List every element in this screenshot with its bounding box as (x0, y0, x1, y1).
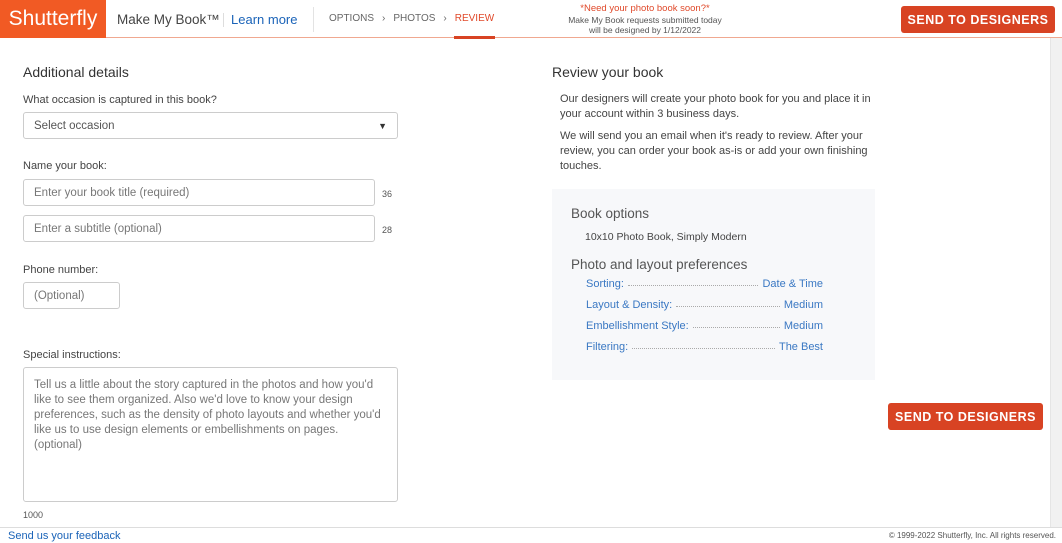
step-review[interactable]: REVIEW (453, 13, 496, 39)
shutterfly-logo[interactable]: Shutterfly (0, 0, 106, 38)
step-photos[interactable]: PHOTOS (393, 13, 435, 24)
pref-value: Medium (783, 299, 823, 311)
send-to-designers-button[interactable]: SEND TO DESIGNERS (901, 6, 1055, 33)
pref-value: The Best (778, 341, 823, 353)
notice-title: *Need your photo book soon?* (580, 3, 710, 14)
pref-row-sorting: Sorting: Date & Time (586, 278, 823, 290)
scrollbar[interactable] (1050, 38, 1062, 527)
step-breadcrumb: OPTIONS › PHOTOS › REVIEW (329, 13, 496, 39)
pref-label: Embellishment Style: (586, 320, 689, 332)
step-options[interactable]: OPTIONS (329, 13, 374, 24)
special-instructions-textarea[interactable]: Tell us a little about the story capture… (23, 367, 398, 502)
review-description: We will send you an email when it's read… (560, 130, 868, 172)
notice-line: will be designed by 1/12/2022 (589, 25, 701, 35)
learn-more-link[interactable]: Learn more (231, 12, 297, 27)
review-description: Our designers will create your photo boo… (560, 93, 871, 120)
notice-line: Make My Book requests submitted today (568, 14, 722, 25)
pref-value: Medium (783, 320, 823, 332)
feedback-link[interactable]: Send us your feedback (8, 530, 121, 542)
pref-row-filtering: Filtering: The Best (586, 341, 823, 353)
pref-label: Filtering: (586, 341, 629, 353)
product-name: Make My Book™ (117, 12, 220, 27)
instructions-label: Special instructions: (23, 349, 121, 361)
title-char-count: 36 (382, 189, 393, 199)
occasion-select[interactable]: Select occasion ▼ (23, 112, 398, 139)
chevron-right-icon: › (443, 13, 447, 24)
pref-row-embellishment: Embellishment Style: Medium (586, 320, 823, 332)
chevron-down-icon: ▼ (378, 120, 387, 131)
name-label: Name your book: (23, 160, 107, 172)
pref-label: Sorting: (586, 278, 624, 290)
book-summary-panel: Book options 10x10 Photo Book, Simply Mo… (552, 189, 875, 380)
deadline-notice: *Need your photo book soon?* Make My Boo… (560, 3, 730, 36)
pref-value: Date & Time (762, 278, 823, 290)
divider (223, 13, 224, 27)
book-options-title: Book options (571, 206, 650, 221)
occasion-value: Select occasion (34, 119, 115, 132)
additional-details-title: Additional details (23, 64, 129, 80)
pref-row-layout: Layout & Density: Medium (586, 299, 823, 311)
instructions-char-count: 1000 (23, 510, 44, 520)
divider (313, 7, 314, 32)
book-title-input[interactable]: Enter your book title (required) (23, 179, 375, 206)
occasion-label: What occasion is captured in this book? (23, 94, 217, 106)
review-title: Review your book (552, 64, 664, 80)
subtitle-char-count: 28 (382, 225, 393, 235)
chevron-right-icon: › (382, 13, 386, 24)
pref-label: Layout & Density: (586, 299, 673, 311)
phone-input[interactable]: (Optional) (23, 282, 120, 309)
send-to-designers-button-bottom[interactable]: SEND TO DESIGNERS (888, 403, 1043, 430)
copyright: © 1999-2022 Shutterfly, Inc. All rights … (888, 531, 1056, 540)
header: Shutterfly Make My Book™ Learn more OPTI… (0, 0, 1062, 39)
preferences-title: Photo and layout preferences (571, 257, 748, 272)
book-options-value: 10x10 Photo Book, Simply Modern (585, 231, 747, 243)
footer: Send us your feedback © 1999-2022 Shutte… (0, 527, 1062, 543)
subtitle-input[interactable]: Enter a subtitle (optional) (23, 215, 375, 242)
phone-label: Phone number: (23, 264, 99, 276)
